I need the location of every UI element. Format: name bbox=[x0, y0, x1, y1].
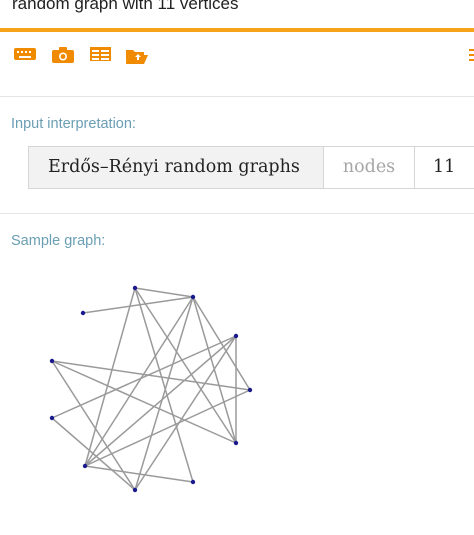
sample-graph bbox=[49, 285, 253, 493]
graph-vertex bbox=[49, 415, 55, 421]
graph-vertex bbox=[82, 463, 88, 469]
graph-vertex bbox=[132, 487, 138, 493]
graph-edge bbox=[134, 296, 194, 491]
graph-edge bbox=[51, 417, 136, 491]
graph-edge bbox=[84, 465, 194, 483]
graph-vertex bbox=[80, 310, 86, 316]
graph-vertex bbox=[132, 285, 138, 291]
graph-vertex bbox=[233, 333, 239, 339]
graph-edge bbox=[134, 287, 194, 483]
graph-edge bbox=[84, 287, 136, 467]
graph-edge bbox=[51, 360, 251, 391]
graph-vertices bbox=[49, 285, 253, 493]
graph-edge bbox=[134, 287, 194, 298]
graph-vertex bbox=[233, 440, 239, 446]
graph-edge bbox=[192, 296, 251, 391]
graph-edge bbox=[51, 360, 136, 491]
graph-vertex bbox=[247, 387, 253, 393]
graph-vertex bbox=[49, 358, 55, 364]
graph-vertex bbox=[190, 294, 196, 300]
graph-vertex bbox=[190, 479, 196, 485]
graph-edges bbox=[51, 287, 251, 491]
